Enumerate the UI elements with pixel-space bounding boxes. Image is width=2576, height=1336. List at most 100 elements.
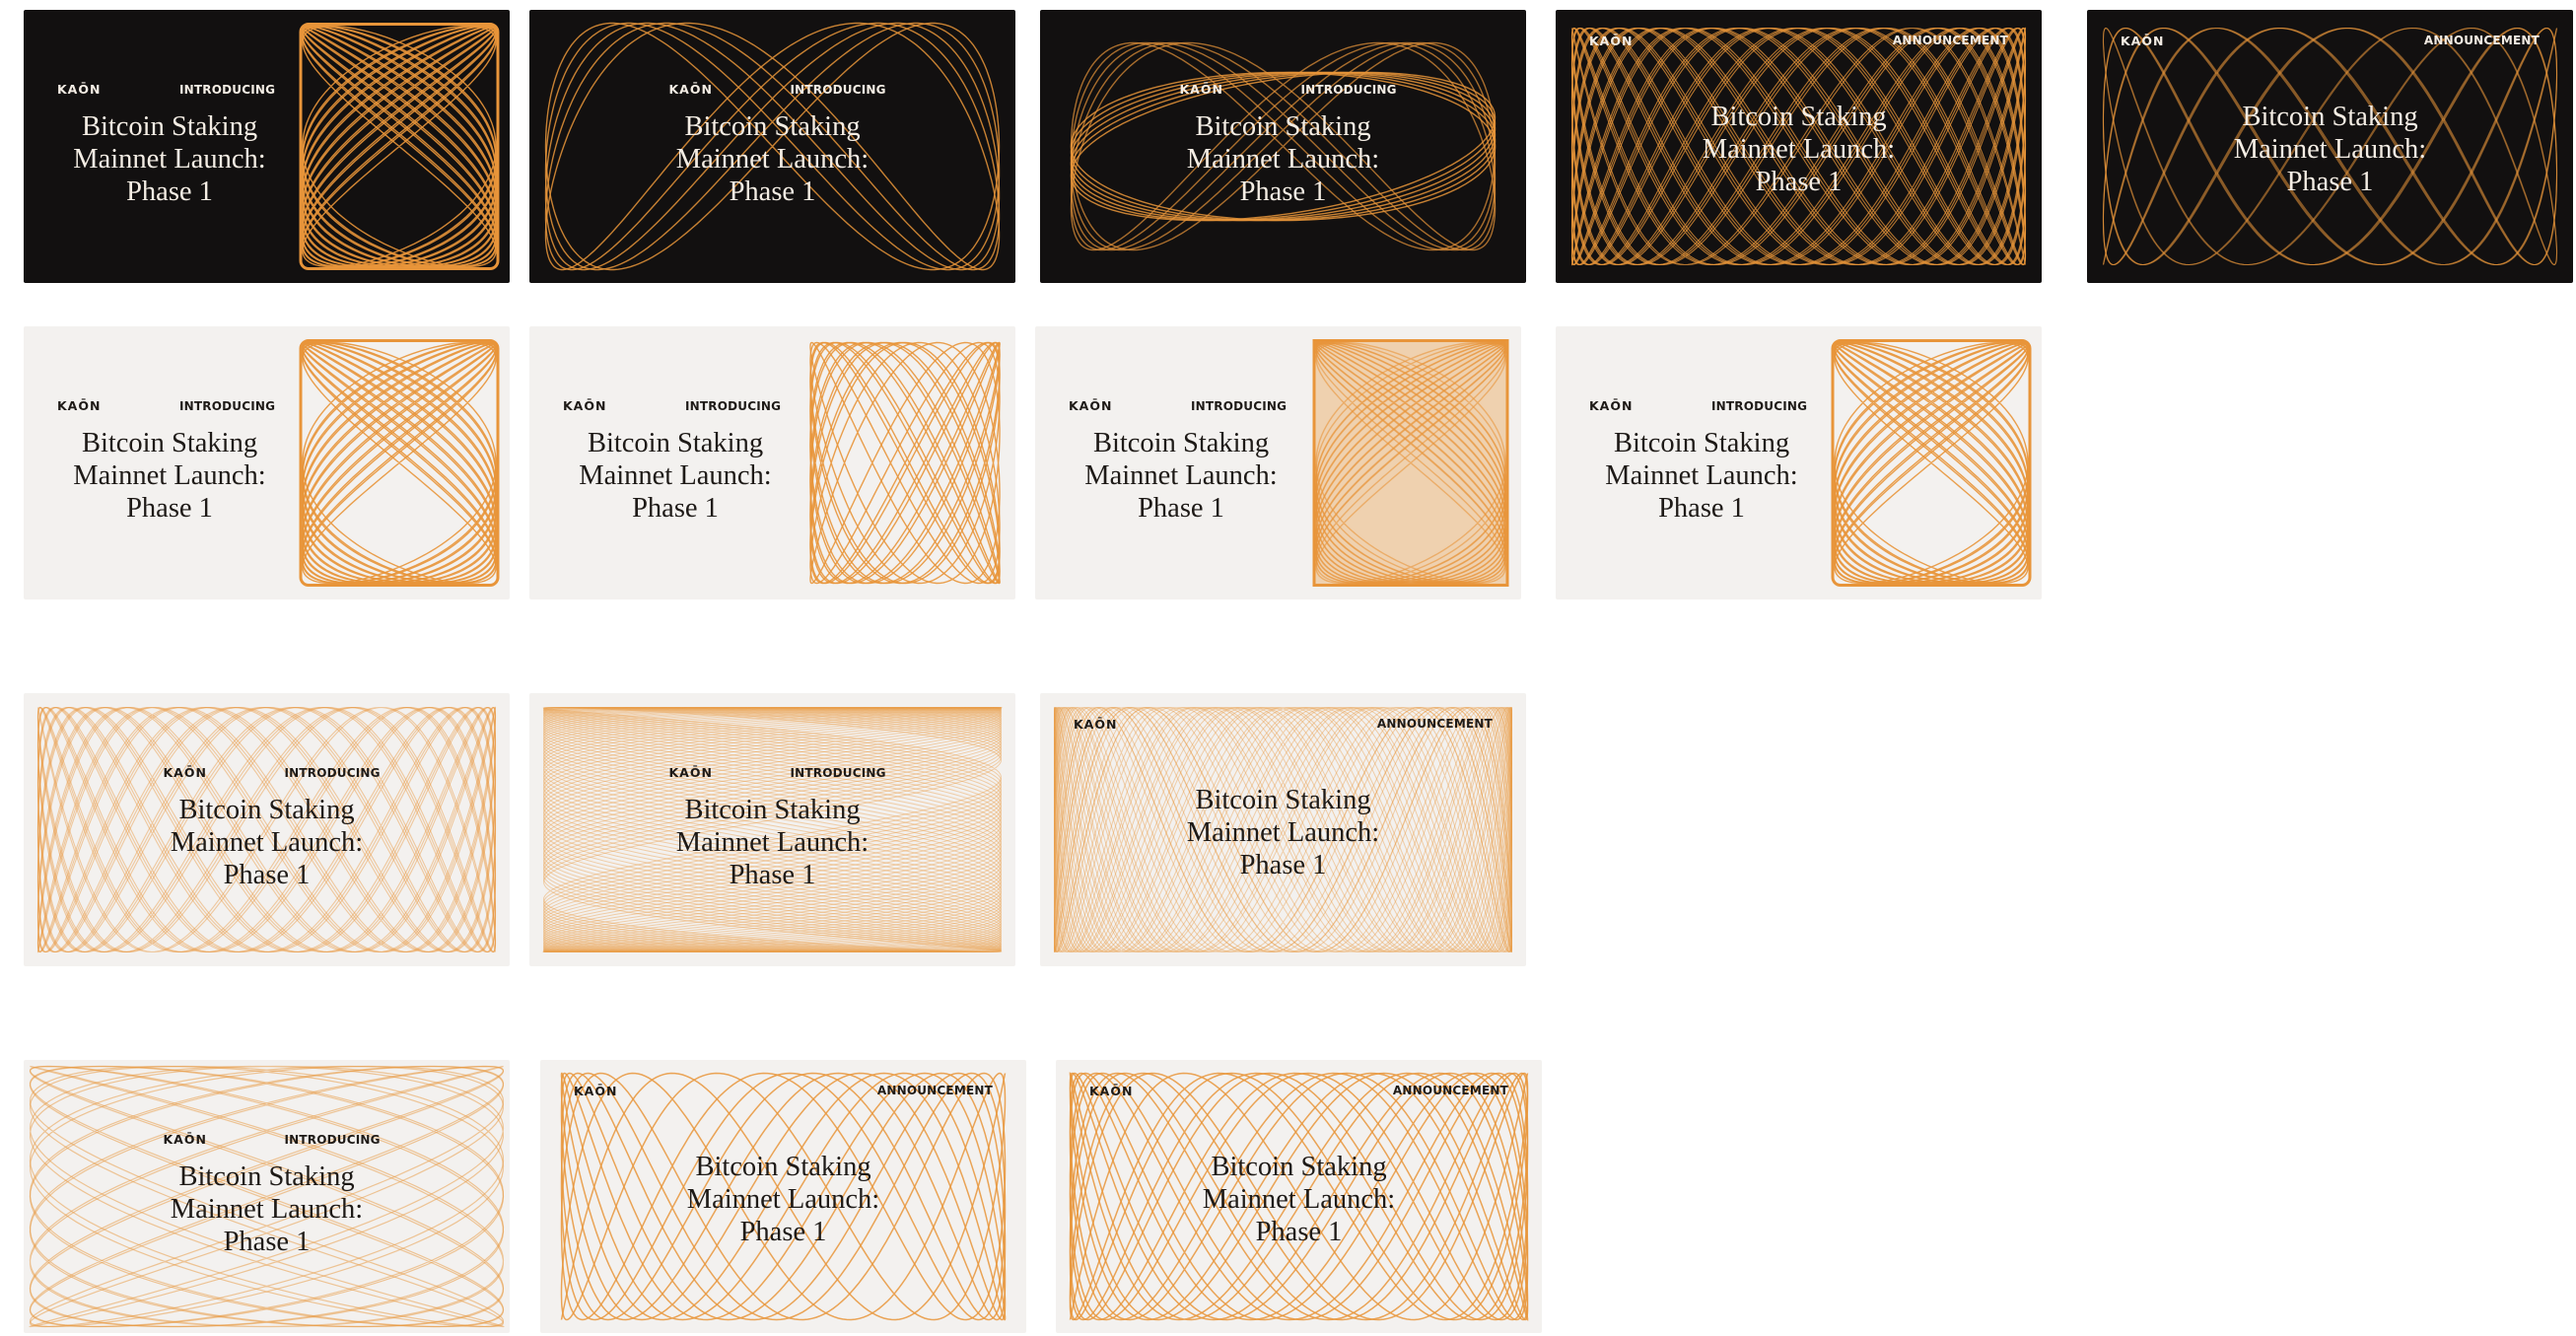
kaon-logo: KAŌN bbox=[563, 398, 607, 413]
thumbnail-card[interactable]: KAŌN ANNOUNCEMENT Bitcoin Staking Mainnet L… bbox=[540, 1060, 1026, 1333]
kaon-logo: KAŌN bbox=[2121, 34, 2165, 48]
title-line-3: Phase 1 bbox=[1138, 493, 1224, 524]
thumbnail-card[interactable]: KAŌN INTRODUCING Bitcoin Staking Mainnet La… bbox=[529, 693, 1015, 966]
announcement-tag: ANNOUNCEMENT bbox=[2423, 34, 2540, 47]
introducing-tag: INTRODUCING bbox=[1300, 83, 1397, 97]
introducing-tag: INTRODUCING bbox=[1711, 399, 1808, 413]
title-line-2: Mainnet Launch: bbox=[73, 144, 266, 175]
kaon-logo: KAŌN bbox=[574, 1084, 618, 1098]
kaon-logo: KAŌN bbox=[668, 765, 713, 780]
card-title: Bitcoin Staking Mainnet Launch: Phase 1 bbox=[1155, 784, 1412, 881]
introducing-tag: INTRODUCING bbox=[284, 1133, 381, 1147]
title-line-1: Bitcoin Staking bbox=[178, 795, 355, 825]
card-title: Bitcoin Staking Mainnet Launch: Phase 1 bbox=[41, 427, 298, 525]
card-title: Bitcoin Staking Mainnet Launch: Phase 1 bbox=[41, 110, 298, 208]
title-line-2: Mainnet Launch: bbox=[1186, 144, 1380, 175]
title-line-3: Phase 1 bbox=[1658, 493, 1745, 524]
card-title: Bitcoin Staking Mainnet Launch: Phase 1 bbox=[1171, 1151, 1427, 1248]
title-line-2: Mainnet Launch: bbox=[579, 460, 772, 491]
introducing-tag: INTRODUCING bbox=[1191, 399, 1288, 413]
title-line-3: Phase 1 bbox=[2286, 167, 2374, 197]
announcement-tag: ANNOUNCEMENT bbox=[1392, 1084, 1508, 1097]
title-line-1: Bitcoin Staking bbox=[684, 795, 861, 825]
kaon-logo: KAŌN bbox=[1589, 398, 1634, 413]
thumbnail-card[interactable]: KAŌN INTRODUCING Bitcoin Staking Mainnet La… bbox=[529, 10, 1015, 283]
title-line-2: Mainnet Launch: bbox=[170, 1194, 364, 1225]
title-line-3: Phase 1 bbox=[729, 176, 816, 207]
announcement-tag: ANNOUNCEMENT bbox=[1376, 717, 1493, 731]
title-line-3: Phase 1 bbox=[729, 860, 816, 890]
title-line-3: Phase 1 bbox=[1255, 1217, 1343, 1247]
announcement-tag: ANNOUNCEMENT bbox=[876, 1084, 993, 1097]
card-title: Bitcoin Staking Mainnet Launch: Phase 1 bbox=[656, 1151, 912, 1248]
title-line-3: Phase 1 bbox=[1755, 167, 1843, 197]
card-title: Bitcoin Staking Mainnet Launch: Phase 1 bbox=[1155, 110, 1412, 208]
thumbnail-card[interactable]: KAŌN INTRODUCING Bitcoin Staking Mainnet La… bbox=[24, 10, 510, 283]
thumbnail-card[interactable]: KAŌN INTRODUCING Bitcoin Staking Mainnet La… bbox=[1035, 326, 1521, 599]
thumbnail-card[interactable]: KAŌN INTRODUCING Bitcoin Staking Mainnet La… bbox=[1556, 326, 2042, 599]
title-line-1: Bitcoin Staking bbox=[695, 1152, 871, 1182]
thumbnail-card[interactable]: KAŌN INTRODUCING Bitcoin Staking Mainnet La… bbox=[24, 693, 510, 966]
kaon-logo: KAŌN bbox=[1089, 1084, 1134, 1098]
card-title: Bitcoin Staking Mainnet Launch: Phase 1 bbox=[1053, 427, 1309, 525]
title-line-1: Bitcoin Staking bbox=[81, 111, 258, 142]
title-line-2: Mainnet Launch: bbox=[73, 460, 266, 491]
title-line-1: Bitcoin Staking bbox=[81, 428, 258, 458]
introducing-tag: INTRODUCING bbox=[790, 766, 886, 780]
card-title: Bitcoin Staking Mainnet Launch: Phase 1 bbox=[1671, 101, 1927, 198]
thumbnail-card[interactable]: KAŌN ANNOUNCEMENT Bitcoin Staking Mainnet L… bbox=[1056, 1060, 1542, 1333]
thumbnail-card[interactable]: KAŌN INTRODUCING Bitcoin Staking Mainnet La… bbox=[529, 326, 1015, 599]
title-line-3: Phase 1 bbox=[126, 493, 213, 524]
thumbnail-card[interactable]: KAŌN INTRODUCING Bitcoin Staking Mainnet La… bbox=[24, 1060, 510, 1333]
thumbnail-card[interactable]: KAŌN ANNOUNCEMENT Bitcoin Staking Mainnet L… bbox=[2087, 10, 2573, 283]
kaon-logo: KAŌN bbox=[57, 82, 102, 97]
title-line-3: Phase 1 bbox=[739, 1217, 827, 1247]
card-title: Bitcoin Staking Mainnet Launch: Phase 1 bbox=[2202, 101, 2459, 198]
kaon-logo: KAŌN bbox=[163, 765, 207, 780]
thumbnail-card[interactable]: KAŌN ANNOUNCEMENT Bitcoin Staking Mainnet L… bbox=[1556, 10, 2042, 283]
card-title: Bitcoin Staking Mainnet Launch: Phase 1 bbox=[547, 427, 803, 525]
kaon-logo: KAŌN bbox=[163, 1132, 207, 1147]
card-title: Bitcoin Staking Mainnet Launch: Phase 1 bbox=[645, 110, 901, 208]
title-line-2: Mainnet Launch: bbox=[1186, 817, 1380, 848]
introducing-tag: INTRODUCING bbox=[179, 399, 276, 413]
title-line-2: Mainnet Launch: bbox=[1202, 1184, 1396, 1215]
title-line-3: Phase 1 bbox=[223, 860, 311, 890]
card-title: Bitcoin Staking Mainnet Launch: Phase 1 bbox=[139, 794, 395, 891]
introducing-tag: INTRODUCING bbox=[685, 399, 782, 413]
kaon-logo: KAŌN bbox=[1179, 82, 1223, 97]
thumbnail-card[interactable]: KAŌN INTRODUCING Bitcoin Staking Mainnet La… bbox=[24, 326, 510, 599]
title-line-1: Bitcoin Staking bbox=[1195, 111, 1371, 142]
title-line-2: Mainnet Launch: bbox=[170, 827, 364, 858]
title-line-1: Bitcoin Staking bbox=[2242, 102, 2418, 132]
title-line-2: Mainnet Launch: bbox=[675, 144, 870, 175]
kaon-logo: KAŌN bbox=[1074, 717, 1118, 732]
title-line-2: Mainnet Launch: bbox=[686, 1184, 880, 1215]
title-line-2: Mainnet Launch: bbox=[1702, 134, 1896, 165]
title-line-1: Bitcoin Staking bbox=[1195, 785, 1371, 815]
kaon-logo: KAŌN bbox=[1069, 398, 1113, 413]
card-title: Bitcoin Staking Mainnet Launch: Phase 1 bbox=[139, 1160, 395, 1258]
title-line-3: Phase 1 bbox=[126, 176, 213, 207]
title-line-1: Bitcoin Staking bbox=[1092, 428, 1270, 458]
title-line-2: Mainnet Launch: bbox=[1605, 460, 1798, 491]
kaon-logo: KAŌN bbox=[668, 82, 713, 97]
title-line-2: Mainnet Launch: bbox=[2233, 134, 2427, 165]
kaon-logo: KAŌN bbox=[57, 398, 102, 413]
card-title: Bitcoin Staking Mainnet Launch: Phase 1 bbox=[1573, 427, 1830, 525]
announcement-tag: ANNOUNCEMENT bbox=[1892, 34, 2008, 47]
title-line-3: Phase 1 bbox=[1239, 850, 1327, 880]
title-line-1: Bitcoin Staking bbox=[684, 111, 861, 142]
thumbnail-card[interactable]: KAŌN INTRODUCING Bitcoin Staking Mainnet La… bbox=[1040, 10, 1526, 283]
kaon-logo: KAŌN bbox=[1589, 34, 1634, 48]
title-line-2: Mainnet Launch: bbox=[675, 827, 870, 858]
title-line-3: Phase 1 bbox=[1239, 176, 1327, 207]
title-line-1: Bitcoin Staking bbox=[1710, 102, 1887, 132]
title-line-3: Phase 1 bbox=[632, 493, 719, 524]
title-line-1: Bitcoin Staking bbox=[587, 428, 764, 458]
introducing-tag: INTRODUCING bbox=[179, 83, 276, 97]
title-line-1: Bitcoin Staking bbox=[178, 1161, 355, 1192]
title-line-1: Bitcoin Staking bbox=[1613, 428, 1790, 458]
title-line-1: Bitcoin Staking bbox=[1211, 1152, 1387, 1182]
thumbnail-card[interactable]: KAŌN ANNOUNCEMENT Bitcoin Staking Mainnet L… bbox=[1040, 693, 1526, 966]
